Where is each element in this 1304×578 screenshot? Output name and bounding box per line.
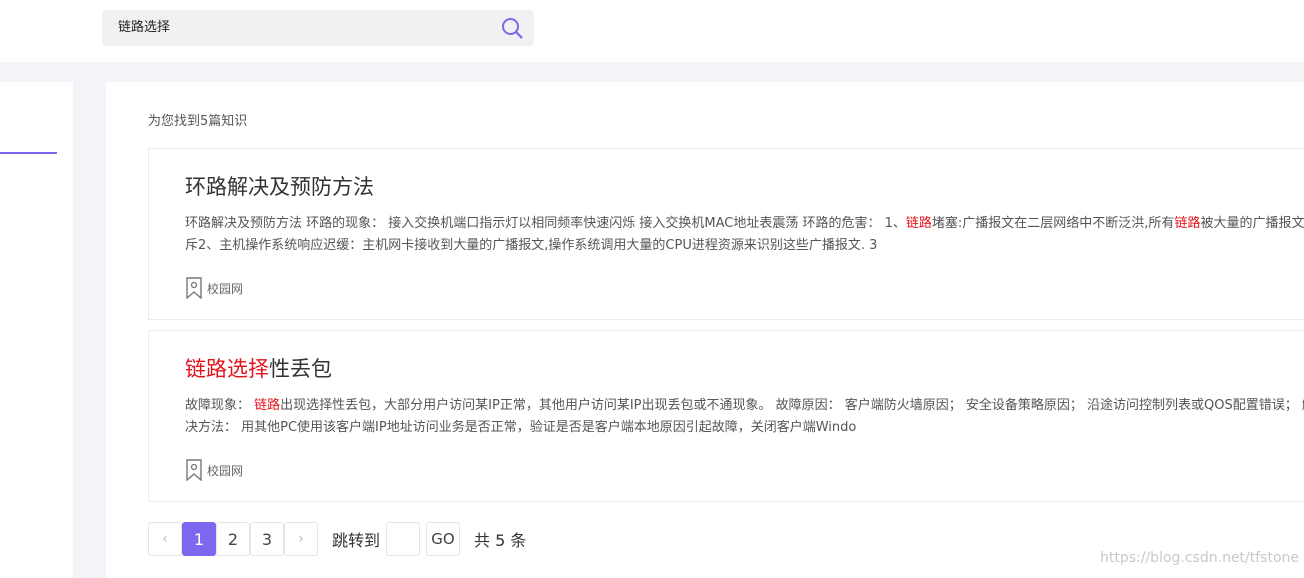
result-tag[interactable]: 校园网 [185, 459, 243, 481]
jump-page-input[interactable] [386, 522, 421, 556]
top-bar [0, 0, 1304, 62]
bookmark-icon [186, 277, 202, 299]
page-button-2[interactable]: 2 [216, 522, 250, 556]
page-button-3[interactable]: 3 [250, 522, 284, 556]
pagination: ‹ 1 2 3 › 跳转到 GO 共 5 条 [148, 522, 526, 556]
result-card[interactable]: 环路解决及预防方法 环路解决及预防方法 环路的现象： 接入交换机端口指示灯以相同… [148, 148, 1304, 320]
total-count: 共 5 条 [474, 531, 527, 550]
snippet-highlight: 链路 [254, 398, 281, 413]
result-snippet: 环路解决及预防方法 环路的现象： 接入交换机端口指示灯以相同频率快速闪烁 接入交… [185, 213, 1304, 257]
next-page-button[interactable]: › [284, 522, 318, 556]
tag-label: 校园网 [207, 281, 244, 296]
result-count: 为您找到5篇知识 [148, 114, 248, 129]
result-title[interactable]: 链路选择性丢包 [185, 353, 332, 383]
result-title-text: 环路解决及预防方法 [185, 175, 374, 199]
search-box [102, 10, 534, 46]
snippet-highlight: 链路 [905, 216, 932, 231]
search-icon[interactable] [500, 16, 524, 40]
jump-label: 跳转到 [332, 531, 381, 550]
result-snippet: 故障现象： 链路出现选择性丢包，大部分用户访问某IP正常，其他用户访问某IP出现… [185, 395, 1304, 439]
sidebar-active-indicator [0, 152, 57, 154]
tag-label: 校园网 [207, 463, 244, 478]
result-title-text: 性丢包 [269, 357, 332, 381]
left-sidebar [0, 82, 73, 578]
result-title-highlight: 链路选择 [185, 357, 269, 381]
prev-page-button[interactable]: ‹ [148, 522, 182, 556]
watermark: https://blog.csdn.net/tfstone [1100, 550, 1300, 566]
snippet-text: 出现选择性丢包，大部分用户访问某IP正常，其他用户访问某IP出现丢包或不通现象。… [185, 398, 1304, 435]
bookmark-icon [186, 459, 202, 481]
go-button[interactable]: GO [426, 522, 461, 556]
results-panel: 为您找到5篇知识 环路解决及预防方法 环路解决及预防方法 环路的现象： 接入交换… [106, 82, 1304, 578]
result-tag[interactable]: 校园网 [185, 277, 243, 299]
search-input[interactable] [118, 10, 488, 46]
snippet-text: 故障现象： [185, 398, 255, 413]
snippet-highlight: 链路 [1174, 216, 1201, 231]
result-title[interactable]: 环路解决及预防方法 [185, 171, 374, 201]
page-button-1[interactable]: 1 [182, 522, 216, 556]
result-card[interactable]: 链路选择性丢包 故障现象： 链路出现选择性丢包，大部分用户访问某IP正常，其他用… [148, 330, 1304, 502]
snippet-text: 堵塞:广播报文在二层网络中不断泛洪,所有 [931, 216, 1175, 231]
snippet-text: 环路解决及预防方法 环路的现象： 接入交换机端口指示灯以相同频率快速闪烁 接入交… [185, 216, 906, 231]
